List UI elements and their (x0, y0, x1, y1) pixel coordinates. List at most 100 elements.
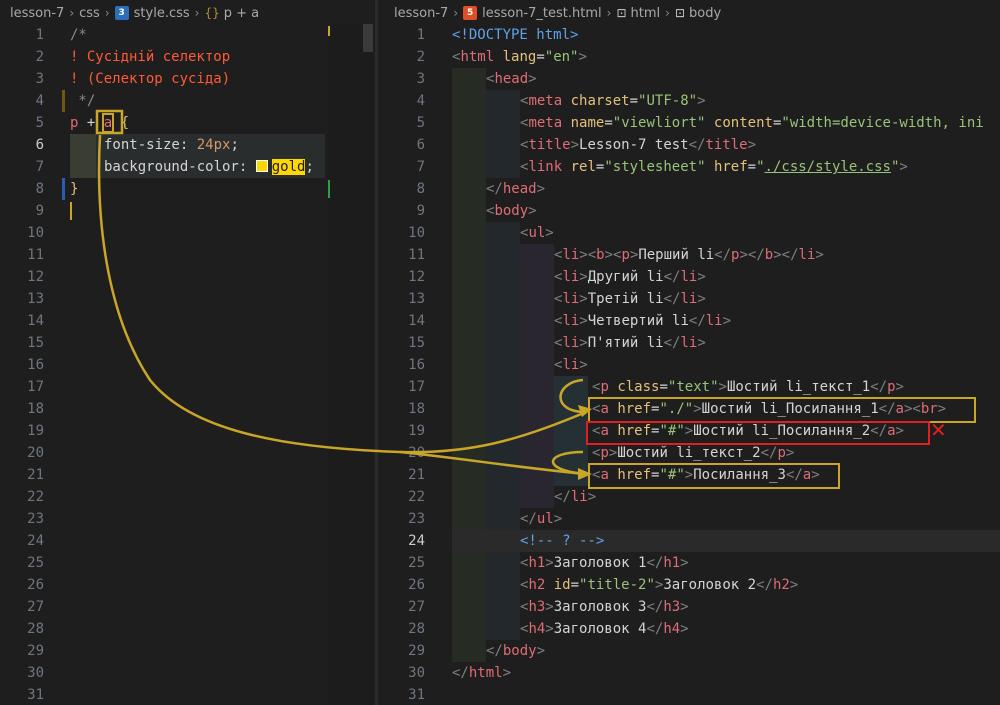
line-number: 22 (27, 489, 44, 505)
code-line[interactable]: </ul> (378, 508, 1000, 530)
li-item-1: <li><b><p>Перший li</p></b></li> (554, 247, 824, 263)
breadcrumb-label: lesson-7 (394, 5, 449, 21)
code-line[interactable]: p + a { (0, 112, 375, 134)
heading-text: Заголовок 3 (553, 599, 647, 615)
selector-rule: p + a { (70, 112, 129, 134)
code-line[interactable]: <ul> (378, 222, 1000, 244)
html-editor-pane[interactable]: lesson-7 › 5 lesson-7_test.html › ⊡ html ›… (378, 0, 1000, 705)
line-number: 27 (27, 599, 44, 615)
comment-text: ! Сусідній селектор (70, 49, 231, 65)
css-code-editor[interactable]: 1 2 3 4 5 6 7 8 9 10 11 12 13 14 15 16 1… (0, 24, 375, 705)
stylesheet-link[interactable]: ./css/style.css (765, 159, 891, 175)
element-tag-icon: ⊡ (674, 6, 686, 20)
html-code-editor[interactable]: 1 2 3 4 5 6 7 8 9 10 11 12 13 14 15 16 1… (378, 24, 1000, 705)
code-line[interactable]: } (0, 178, 375, 200)
li-item-5: <li>П'ятий li</li> (554, 335, 706, 351)
line-number: 18 (27, 401, 44, 417)
code-line[interactable]: ! Сусідній селектор (0, 46, 375, 68)
property-value: 24px (188, 137, 231, 153)
code-line[interactable]: </li> (378, 486, 1000, 508)
line-number: 28 (27, 621, 44, 637)
color-swatch-icon[interactable] (255, 160, 268, 172)
html-breadcrumb: lesson-7 › 5 lesson-7_test.html › ⊡ html ›… (378, 0, 1000, 26)
html-comment: <!-- ? --> (520, 533, 605, 549)
html5-file-icon: 5 (463, 6, 478, 20)
line-number: 23 (27, 511, 44, 527)
css-editor-pane[interactable]: lesson-7 › css › 3 style.css › {} p + a 1 … (0, 0, 375, 705)
gutter-line: 29 (0, 640, 375, 662)
h4-tag: <h4>Заголовок 4</h4> (520, 621, 689, 637)
attr-value: viewliort (621, 115, 698, 131)
code-line[interactable]: <h4>Заголовок 4</h4> (378, 618, 1000, 640)
highlight-box-link-3 (588, 463, 840, 489)
code-line[interactable]: <!-- ? --> (378, 530, 1000, 552)
breadcrumb-selector[interactable]: {} p + a (204, 6, 259, 21)
gutter-line: 9 (0, 200, 375, 222)
code-line[interactable]: <li>Третій li</li> (378, 288, 1000, 310)
link-tag: <link rel="stylesheet" href="./css/style… (520, 159, 908, 175)
breadcrumb-element-html[interactable]: ⊡ html (616, 6, 660, 21)
code-line[interactable]: <body> (378, 200, 1000, 222)
code-line[interactable]: <p class="text">Шостий li_текст_1</p> (378, 376, 1000, 398)
element-tag-icon: ⊡ (616, 6, 627, 20)
code-line[interactable]: font-size: 24px; (0, 134, 375, 156)
breadcrumb-file-html[interactable]: 5 lesson-7_test.html (463, 6, 602, 21)
code-line[interactable]: <meta name="viewliort" content="width=de… (378, 112, 1000, 134)
gutter-line: 11 (0, 244, 375, 266)
gutter-line: 23 (0, 508, 375, 530)
code-line[interactable]: <head> (378, 68, 1000, 90)
breadcrumb-label: style.css (133, 5, 190, 21)
line-number: 24 (27, 533, 44, 549)
code-line[interactable]: <li>П'ятий li</li> (378, 332, 1000, 354)
head-close-tag: </head> (486, 181, 546, 197)
error-x-icon: ✕ (930, 418, 947, 442)
breadcrumb-label: lesson-7 (10, 5, 65, 21)
code-line[interactable]: <li> (378, 354, 1000, 376)
breadcrumb-file-style-css[interactable]: 3 style.css (114, 5, 190, 21)
declaration-background-color: background-color: gold; (104, 156, 314, 178)
code-line[interactable]: <h1>Заголовок 1</h1> (378, 552, 1000, 574)
code-line[interactable]: background-color: gold; (0, 156, 375, 178)
h3-tag: <h3>Заголовок 3</h3> (520, 599, 689, 615)
heading-text: Заголовок 4 (553, 621, 647, 637)
gutter-line: 12 (0, 266, 375, 288)
code-line[interactable]: <li><b><p>Перший li</p></b></li> (378, 244, 1000, 266)
gutter-line: 25 (0, 552, 375, 574)
code-line[interactable]: <link rel="stylesheet" href="./css/style… (378, 156, 1000, 178)
code-line[interactable]: <!DOCTYPE html> (378, 24, 1000, 46)
line-number: 20 (27, 445, 44, 461)
breadcrumb-folder-lesson-7[interactable]: lesson-7 (10, 6, 64, 21)
breadcrumb-folder-css[interactable]: css (79, 6, 100, 21)
code-line[interactable]: <li>Четвертий li</li> (378, 310, 1000, 332)
code-line[interactable]: */ (0, 90, 375, 112)
css-breadcrumb: lesson-7 › css › 3 style.css › {} p + a (0, 0, 375, 26)
code-line[interactable]: <h2 id="title-2">Заголовок 2</h2> (378, 574, 1000, 596)
chevron-right-icon: › (665, 6, 670, 20)
heading-text: Заголовок 2 (663, 577, 757, 593)
code-line[interactable]: </head> (378, 178, 1000, 200)
gutter-line: 31 (0, 684, 375, 705)
code-line[interactable]: <meta charset="UTF-8"> (378, 90, 1000, 112)
breadcrumb-element-body[interactable]: ⊡ body (675, 6, 721, 21)
code-line[interactable]: </html> (378, 662, 1000, 684)
code-line[interactable]: <p>Шостий li_текст_2</p> (378, 442, 1000, 464)
code-line[interactable]: <li>Другий li</li> (378, 266, 1000, 288)
code-line[interactable]: </body> (378, 640, 1000, 662)
code-line[interactable]: <h3>Заголовок 3</h3> (378, 596, 1000, 618)
breadcrumb-folder-lesson-7[interactable]: lesson-7 (394, 6, 448, 21)
gutter-line: 20 (0, 442, 375, 464)
chevron-right-icon: › (606, 6, 612, 20)
li-text: Другий li (587, 269, 664, 285)
chevron-right-icon: › (69, 6, 75, 20)
line-number: 21 (27, 467, 44, 483)
html-close-tag: </html> (452, 665, 512, 681)
attr-value: width=device-width, ini (789, 115, 984, 131)
code-line[interactable]: <title>Lesson-7 test</title> (378, 134, 1000, 156)
code-line[interactable]: /* (0, 24, 375, 46)
gutter-line: 31 (378, 684, 1000, 705)
brace-open: { (112, 115, 130, 131)
code-line[interactable]: <html lang="en"> (378, 46, 1000, 68)
breadcrumb-label: body (689, 5, 722, 21)
code-line[interactable]: ! (Селектор сусіда) (0, 68, 375, 90)
li-text: Четвертий li (587, 313, 689, 329)
